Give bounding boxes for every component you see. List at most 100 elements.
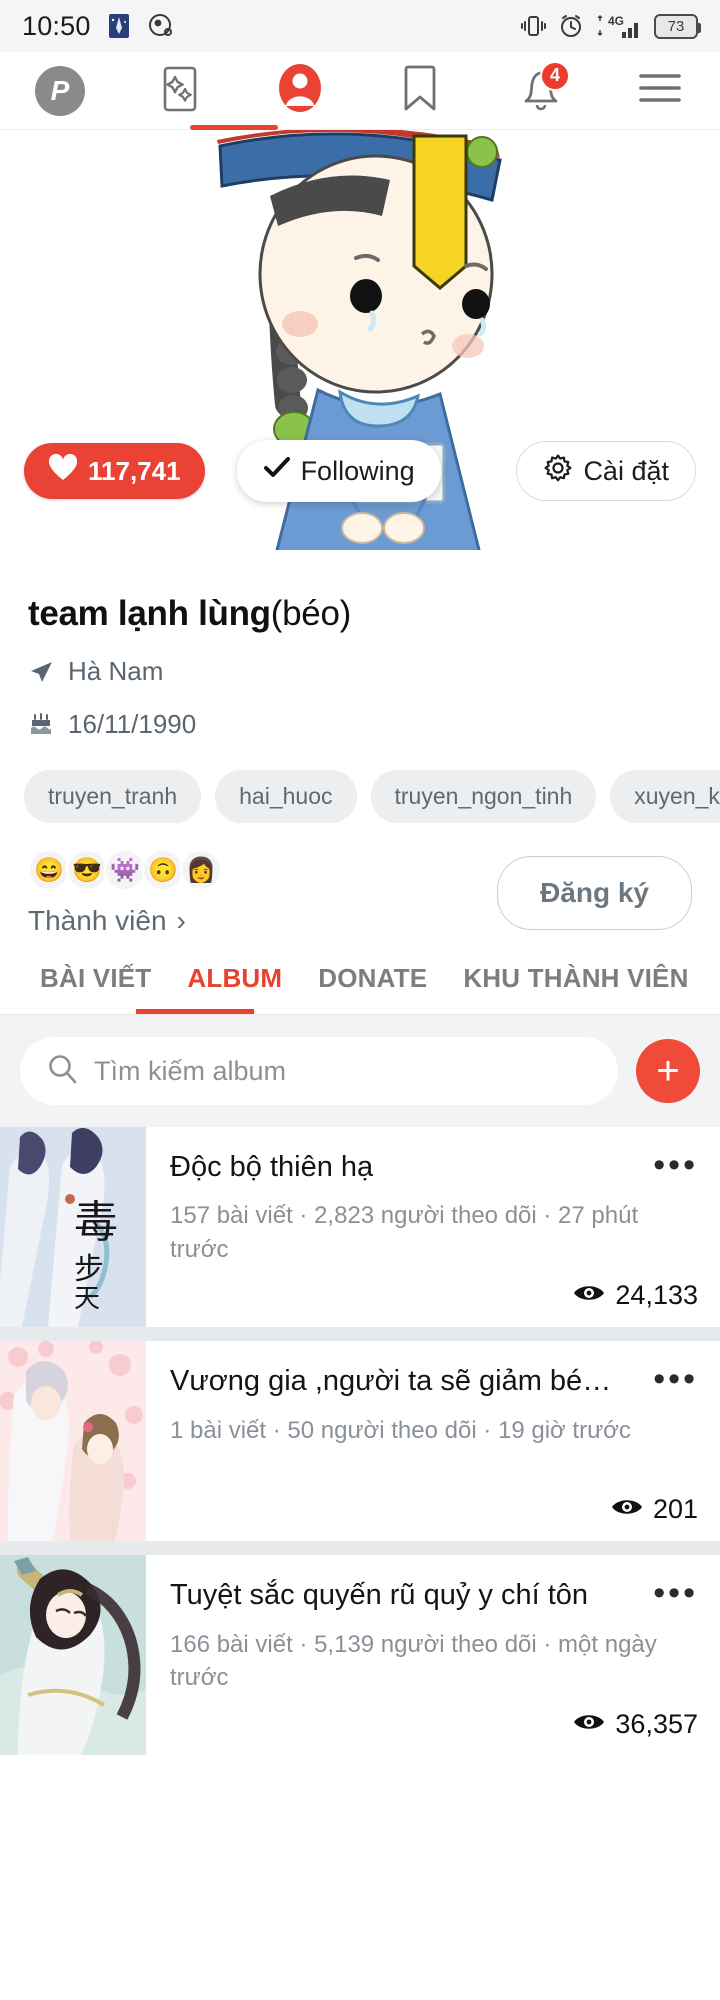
album-title: Tuyệt sắc quyến rũ quỷ y chí tôn	[170, 1579, 589, 1612]
profile-name: team lạnh lùng	[28, 594, 271, 633]
album-body: Độc bộ thiên hạ ••• 157 bài viết · 2,823…	[146, 1127, 720, 1327]
location-icon	[28, 659, 54, 685]
album-more-button[interactable]: •••	[653, 1362, 698, 1397]
status-bar-left: 10:50	[22, 11, 175, 42]
status-time: 10:50	[22, 10, 91, 41]
tab-album[interactable]: ALBUM	[169, 963, 300, 1014]
album-header: Vương gia ,người ta sẽ giảm bé… •••	[170, 1362, 698, 1399]
hamburger-menu-icon	[636, 68, 684, 113]
profile-birthday-row: 16/11/1990	[28, 709, 692, 740]
app-notification-icon	[105, 12, 133, 40]
likes-button[interactable]: 117,741	[24, 443, 205, 499]
avatar: P	[35, 65, 85, 116]
nav-bookmark[interactable]	[388, 59, 452, 123]
tag-chip[interactable]: truyen_ngon_tinh	[370, 770, 597, 823]
avatar: 😄	[28, 849, 70, 891]
plus-icon: +	[656, 1048, 680, 1093]
nav-discover[interactable]	[148, 59, 212, 123]
profile-birthday: 16/11/1990	[68, 709, 197, 739]
top-navigation-bar: P 4	[0, 52, 720, 130]
eye-icon	[573, 1280, 605, 1311]
tag-chip[interactable]: xuyen_khong	[610, 770, 720, 823]
notification-badge: 4	[540, 60, 570, 91]
album-body: Tuyệt sắc quyến rũ quỷ y chí tôn ••• 166…	[146, 1555, 720, 1755]
album-header: Tuyệt sắc quyến rũ quỷ y chí tôn •••	[170, 1576, 698, 1613]
album-thumbnail	[0, 1341, 146, 1542]
search-input[interactable]: Tìm kiếm album	[20, 1037, 618, 1105]
tab-active-indicator	[136, 1009, 254, 1014]
nav-notifications[interactable]: 4	[508, 59, 572, 123]
profile-location-row: Hà Nam	[28, 656, 692, 687]
album-title: Độc bộ thiên hạ	[170, 1151, 374, 1183]
likes-count: 117,741	[88, 455, 181, 486]
battery-indicator: 73	[654, 13, 701, 39]
signal-4g-icon: 4G	[596, 12, 642, 40]
chevron-right-icon: ›	[176, 905, 186, 936]
search-icon	[46, 1053, 78, 1090]
nav-menu[interactable]	[628, 59, 692, 123]
members-link[interactable]: Thành viên ›	[28, 905, 218, 937]
album-more-button[interactable]: •••	[653, 1148, 698, 1183]
heart-icon	[48, 453, 78, 489]
svg-text:天: 天	[74, 1284, 100, 1313]
check-icon	[263, 456, 291, 487]
svg-text:步: 步	[74, 1253, 104, 1286]
profile-action-row: 117,741 Following Cài đặt	[0, 440, 720, 502]
album-list-item[interactable]: 毒 步 天 Độc bộ thiên hạ ••• 157 bài viết ·…	[0, 1127, 720, 1328]
eye-icon	[573, 1709, 605, 1740]
album-meta: 166 bài viết · 5,139 người theo dõi · mộ…	[170, 1630, 657, 1692]
status-bar-right: 4G 73	[520, 12, 701, 40]
tab-khu-thanh-vien[interactable]: KHU THÀNH VIÊN	[445, 963, 706, 1014]
profile-tabs: BÀI VIẾT ALBUM DONATE KHU THÀNH VIÊN	[0, 937, 720, 1014]
album-view-count: 201	[652, 1494, 698, 1525]
settings-button[interactable]: Cài đặt	[516, 441, 696, 501]
search-placeholder: Tìm kiếm album	[94, 1055, 287, 1086]
album-list-item[interactable]: Tuyệt sắc quyến rũ quỷ y chí tôn ••• 166…	[0, 1555, 720, 1756]
status-bar: 10:50 4G 73	[0, 0, 720, 52]
cake-icon	[28, 712, 54, 738]
album-meta: 157 bài viết · 2,823 người theo dõi · 27…	[170, 1202, 639, 1263]
tag-chip[interactable]: truyen_tranh	[24, 770, 202, 823]
avatar: 👾	[104, 849, 146, 891]
following-label: Following	[300, 455, 415, 486]
members-row: 😄 😎 👾 🙃 👩 Thành viên › Đăng ký	[0, 823, 720, 937]
svg-text:4G: 4G	[608, 14, 624, 28]
page-title: team lạnh lùng(béo)	[28, 594, 692, 634]
album-meta: 1 bài viết · 50 người theo dõi · 19 giờ …	[170, 1416, 631, 1444]
avatar: 🙃	[142, 849, 184, 891]
nav-profile-avatar[interactable]: P	[28, 59, 92, 123]
album-thumbnail: 毒 步 天	[0, 1127, 146, 1327]
profile-name-suffix: (béo)	[270, 594, 352, 633]
album-search-bar: Tìm kiếm album +	[0, 1015, 720, 1127]
members-label: Thành viên	[28, 905, 167, 936]
profile-location: Hà Nam	[68, 656, 164, 686]
profile-info: team lạnh lùng(béo) Hà Nam 16/11/1990	[0, 550, 720, 740]
alarm-icon	[558, 13, 584, 39]
member-avatar-stack[interactable]: 😄 😎 👾 🙃 👩	[28, 849, 222, 891]
account-icon	[275, 62, 325, 119]
album-view-count: 36,357	[615, 1708, 698, 1739]
following-button[interactable]: Following	[236, 440, 441, 502]
bookmark-icon	[400, 63, 440, 118]
nav-account[interactable]	[268, 59, 332, 123]
profile-tag-list: truyen_tranh hai_huoc truyen_ngon_tinh x…	[0, 740, 720, 823]
tab-donate[interactable]: DONATE	[300, 963, 445, 1014]
screen-recorder-icon	[147, 12, 175, 40]
tab-bai-viet[interactable]: BÀI VIẾT	[22, 963, 169, 1014]
album-list-item[interactable]: Vương gia ,người ta sẽ giảm bé… ••• 1 bà…	[0, 1341, 720, 1542]
app-screen: 10:50 4G 73 P 4 117,741 Following Cài đặ…	[0, 0, 720, 2000]
album-view-count: 24,133	[615, 1280, 698, 1311]
avatar: 😎	[66, 849, 108, 891]
album-more-button[interactable]: •••	[653, 1576, 698, 1611]
add-album-button[interactable]: +	[636, 1039, 700, 1103]
svg-text:毒: 毒	[74, 1198, 118, 1247]
tag-chip[interactable]: hai_huoc	[215, 770, 357, 823]
album-views: 36,357	[170, 1695, 698, 1740]
album-views: 24,133	[170, 1266, 698, 1311]
register-button[interactable]: Đăng ký	[497, 856, 692, 930]
eye-icon	[611, 1494, 643, 1525]
album-title: Vương gia ,người ta sẽ giảm bé…	[170, 1365, 612, 1398]
album-thumbnail	[0, 1555, 146, 1756]
album-body: Vương gia ,người ta sẽ giảm bé… ••• 1 bà…	[146, 1341, 720, 1541]
album-views: 201	[170, 1480, 698, 1525]
